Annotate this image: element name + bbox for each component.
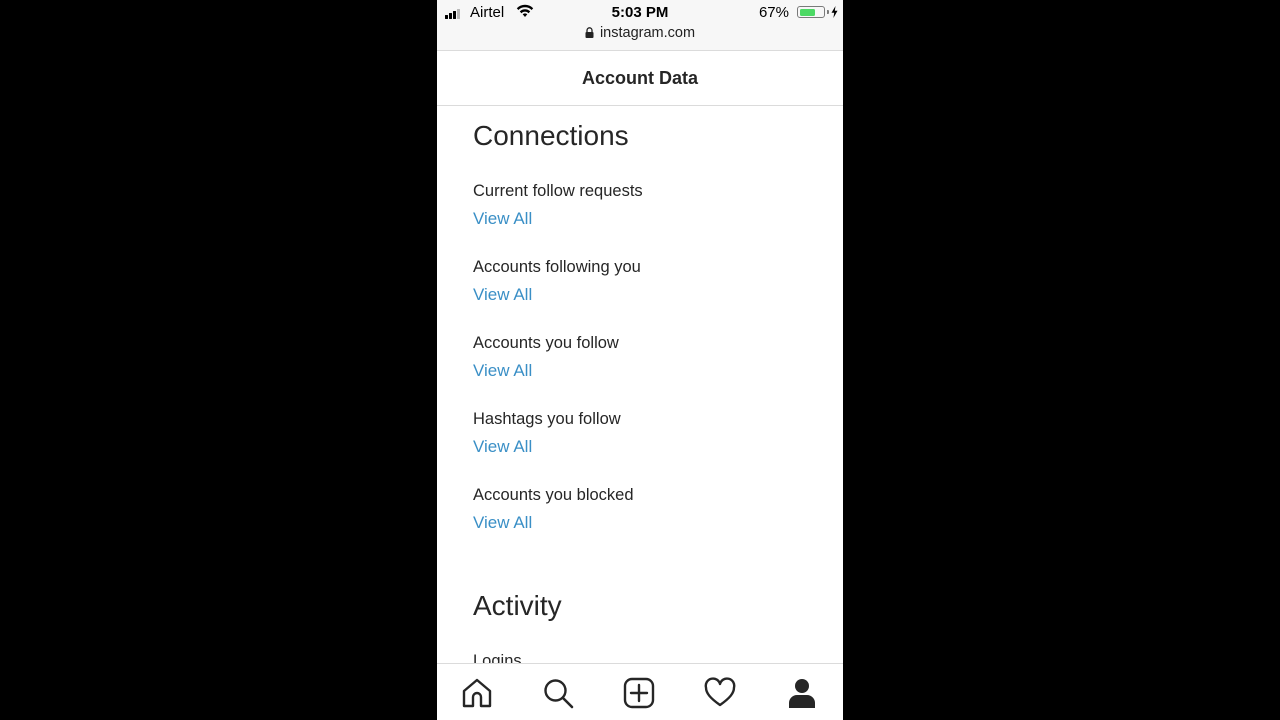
battery-percentage: 67% <box>758 4 789 21</box>
url-text: instagram.com <box>599 25 696 41</box>
status-bar: Airtel 5:03 PM 67% <box>437 0 843 26</box>
view-all-link-current-follow-requests[interactable]: View All <box>473 209 532 229</box>
battery-level-fill <box>799 8 815 16</box>
page-title: Account Data <box>581 68 698 88</box>
item-label-logins: Logins <box>473 652 522 663</box>
phone-screen: Airtel 5:03 PM 67% instagram.com Account… <box>437 0 843 720</box>
view-all-link-hashtags-you-follow[interactable]: View All <box>473 437 532 457</box>
bottom-navigation-bar <box>437 663 843 720</box>
page-header: Account Data <box>437 50 843 106</box>
charging-bolt-icon <box>831 5 838 22</box>
item-label-current-follow-requests: Current follow requests <box>473 182 643 200</box>
activity-heart-icon[interactable] <box>703 676 737 710</box>
item-label-hashtags-you-follow: Hashtags you follow <box>473 410 621 428</box>
lock-icon <box>585 26 594 42</box>
view-all-link-accounts-you-blocked[interactable]: View All <box>473 513 532 533</box>
view-all-link-accounts-you-follow[interactable]: View All <box>473 361 532 381</box>
battery-icon <box>797 6 825 18</box>
item-label-accounts-following-you: Accounts following you <box>473 258 641 276</box>
address-bar[interactable]: instagram.com <box>437 25 843 42</box>
account-data-content[interactable]: Connections Current follow requests View… <box>473 106 813 663</box>
browser-top-bar: Airtel 5:03 PM 67% instagram.com <box>437 0 843 50</box>
item-label-accounts-you-follow: Accounts you follow <box>473 334 619 352</box>
profile-icon[interactable] <box>785 676 819 710</box>
search-icon[interactable] <box>541 676 575 710</box>
section-title-connections: Connections <box>473 120 629 151</box>
home-icon[interactable] <box>460 676 494 710</box>
battery-nub <box>827 10 829 14</box>
view-all-link-accounts-following-you[interactable]: View All <box>473 285 532 305</box>
section-title-activity: Activity <box>473 590 562 621</box>
new-post-icon[interactable] <box>622 676 656 710</box>
item-label-accounts-you-blocked: Accounts you blocked <box>473 486 634 504</box>
